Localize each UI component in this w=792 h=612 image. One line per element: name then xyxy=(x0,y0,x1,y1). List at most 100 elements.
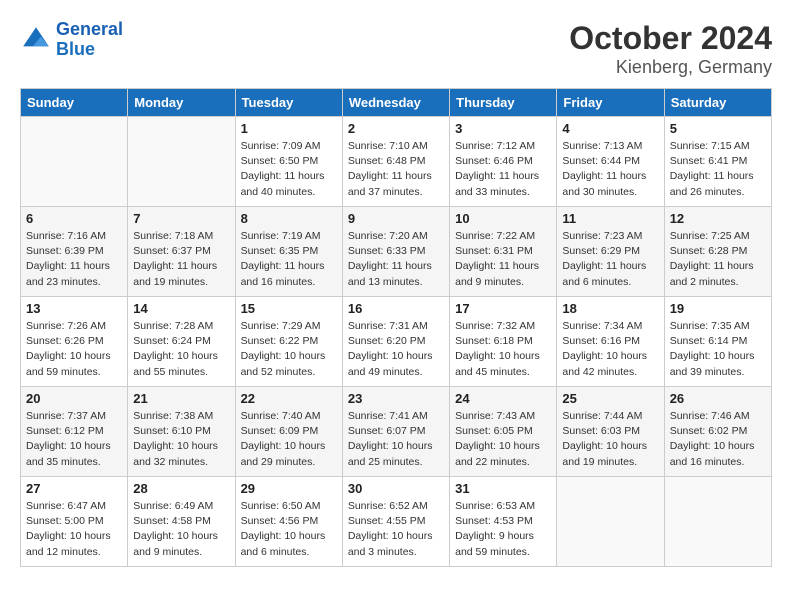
table-row xyxy=(128,117,235,207)
table-row: 28 Sunrise: 6:49 AM Sunset: 4:58 PM Dayli… xyxy=(128,477,235,567)
day-number: 26 xyxy=(670,391,766,406)
table-row: 7Sunrise: 7:18 AM Sunset: 6:37 PM Daylig… xyxy=(128,207,235,297)
table-row: 12 Sunrise: 7:25 AM Sunset: 6:28 PM Dayli… xyxy=(664,207,771,297)
table-row: 24 Sunrise: 7:43 AM Sunset: 6:05 PM Dayli… xyxy=(450,387,557,477)
header-monday: Monday xyxy=(128,89,235,117)
table-row xyxy=(21,117,128,207)
day-number: 2 xyxy=(348,121,444,136)
day-info: Sunrise: 6:52 AM Sunset: 4:55 PM Dayligh… xyxy=(348,499,444,560)
day-number: 1 xyxy=(241,121,337,136)
day-info: Sunrise: 6:50 AM Sunset: 4:56 PM Dayligh… xyxy=(241,499,337,560)
day-number: 3 xyxy=(455,121,551,136)
day-info: Sunrise: 7:13 AM Sunset: 6:44 PM Dayligh… xyxy=(562,139,658,200)
header-tuesday: Tuesday xyxy=(235,89,342,117)
logo-line2: Blue xyxy=(56,40,123,60)
day-info: Sunrise: 7:20 AM Sunset: 6:33 PM Dayligh… xyxy=(348,229,444,290)
day-info: Sunrise: 7:16 AM Sunset: 6:39 PM Dayligh… xyxy=(26,229,122,290)
logo: General Blue xyxy=(20,20,123,60)
table-row: 15 Sunrise: 7:29 AM Sunset: 6:22 PM Dayli… xyxy=(235,297,342,387)
day-number: 19 xyxy=(670,301,766,316)
table-row: 16 Sunrise: 7:31 AM Sunset: 6:20 PM Dayli… xyxy=(342,297,449,387)
day-info: Sunrise: 7:19 AM Sunset: 6:35 PM Dayligh… xyxy=(241,229,337,290)
day-info: Sunrise: 7:37 AM Sunset: 6:12 PM Dayligh… xyxy=(26,409,122,470)
day-number: 25 xyxy=(562,391,658,406)
calendar-week-row: 13Sunrise: 7:26 AM Sunset: 6:26 PM Dayli… xyxy=(21,297,772,387)
day-info: Sunrise: 7:32 AM Sunset: 6:18 PM Dayligh… xyxy=(455,319,551,380)
day-number: 5 xyxy=(670,121,766,136)
table-row: 14 Sunrise: 7:28 AM Sunset: 6:24 PM Dayli… xyxy=(128,297,235,387)
day-number: 4 xyxy=(562,121,658,136)
header-friday: Friday xyxy=(557,89,664,117)
day-number: 8 xyxy=(241,211,337,226)
day-info: Sunrise: 7:35 AM Sunset: 6:14 PM Dayligh… xyxy=(670,319,766,380)
day-info: Sunrise: 6:53 AM Sunset: 4:53 PM Dayligh… xyxy=(455,499,551,560)
table-row xyxy=(557,477,664,567)
day-number: 20 xyxy=(26,391,122,406)
day-info: Sunrise: 7:46 AM Sunset: 6:02 PM Dayligh… xyxy=(670,409,766,470)
table-row: 13Sunrise: 7:26 AM Sunset: 6:26 PM Dayli… xyxy=(21,297,128,387)
calendar-week-row: 1Sunrise: 7:09 AM Sunset: 6:50 PM Daylig… xyxy=(21,117,772,207)
calendar-subtitle: Kienberg, Germany xyxy=(569,57,772,78)
day-number: 21 xyxy=(133,391,229,406)
day-info: Sunrise: 7:15 AM Sunset: 6:41 PM Dayligh… xyxy=(670,139,766,200)
day-info: Sunrise: 7:12 AM Sunset: 6:46 PM Dayligh… xyxy=(455,139,551,200)
day-info: Sunrise: 7:10 AM Sunset: 6:48 PM Dayligh… xyxy=(348,139,444,200)
day-number: 29 xyxy=(241,481,337,496)
day-number: 14 xyxy=(133,301,229,316)
table-row: 3 Sunrise: 7:12 AM Sunset: 6:46 PM Daylig… xyxy=(450,117,557,207)
table-row: 18 Sunrise: 7:34 AM Sunset: 6:16 PM Dayli… xyxy=(557,297,664,387)
day-number: 31 xyxy=(455,481,551,496)
table-row: 25 Sunrise: 7:44 AM Sunset: 6:03 PM Dayli… xyxy=(557,387,664,477)
table-row: 19 Sunrise: 7:35 AM Sunset: 6:14 PM Dayli… xyxy=(664,297,771,387)
day-info: Sunrise: 7:44 AM Sunset: 6:03 PM Dayligh… xyxy=(562,409,658,470)
header-thursday: Thursday xyxy=(450,89,557,117)
table-row: 29 Sunrise: 6:50 AM Sunset: 4:56 PM Dayli… xyxy=(235,477,342,567)
calendar-week-row: 27 Sunrise: 6:47 AM Sunset: 5:00 PM Dayli… xyxy=(21,477,772,567)
table-row: 4 Sunrise: 7:13 AM Sunset: 6:44 PM Daylig… xyxy=(557,117,664,207)
day-number: 27 xyxy=(26,481,122,496)
day-number: 10 xyxy=(455,211,551,226)
day-info: Sunrise: 7:26 AM Sunset: 6:26 PM Dayligh… xyxy=(26,319,122,380)
calendar-week-row: 6 Sunrise: 7:16 AM Sunset: 6:39 PM Daylig… xyxy=(21,207,772,297)
table-row: 11Sunrise: 7:23 AM Sunset: 6:29 PM Dayli… xyxy=(557,207,664,297)
day-info: Sunrise: 7:41 AM Sunset: 6:07 PM Dayligh… xyxy=(348,409,444,470)
table-row: 9Sunrise: 7:20 AM Sunset: 6:33 PM Daylig… xyxy=(342,207,449,297)
day-info: Sunrise: 7:31 AM Sunset: 6:20 PM Dayligh… xyxy=(348,319,444,380)
header-sunday: Sunday xyxy=(21,89,128,117)
calendar-week-row: 20 Sunrise: 7:37 AM Sunset: 6:12 PM Dayli… xyxy=(21,387,772,477)
table-row: 8 Sunrise: 7:19 AM Sunset: 6:35 PM Daylig… xyxy=(235,207,342,297)
day-number: 24 xyxy=(455,391,551,406)
day-info: Sunrise: 7:28 AM Sunset: 6:24 PM Dayligh… xyxy=(133,319,229,380)
table-row: 23Sunrise: 7:41 AM Sunset: 6:07 PM Dayli… xyxy=(342,387,449,477)
logo-icon xyxy=(20,24,52,56)
day-number: 28 xyxy=(133,481,229,496)
day-number: 15 xyxy=(241,301,337,316)
table-row: 1Sunrise: 7:09 AM Sunset: 6:50 PM Daylig… xyxy=(235,117,342,207)
day-info: Sunrise: 7:43 AM Sunset: 6:05 PM Dayligh… xyxy=(455,409,551,470)
table-row: 21 Sunrise: 7:38 AM Sunset: 6:10 PM Dayli… xyxy=(128,387,235,477)
title-block: October 2024 Kienberg, Germany xyxy=(569,20,772,78)
day-number: 16 xyxy=(348,301,444,316)
logo-line1: General xyxy=(56,19,123,39)
calendar-header-row: Sunday Monday Tuesday Wednesday Thursday… xyxy=(21,89,772,117)
day-number: 7 xyxy=(133,211,229,226)
table-row: 22Sunrise: 7:40 AM Sunset: 6:09 PM Dayli… xyxy=(235,387,342,477)
table-row: 6 Sunrise: 7:16 AM Sunset: 6:39 PM Daylig… xyxy=(21,207,128,297)
day-number: 22 xyxy=(241,391,337,406)
day-info: Sunrise: 7:29 AM Sunset: 6:22 PM Dayligh… xyxy=(241,319,337,380)
day-number: 18 xyxy=(562,301,658,316)
day-number: 12 xyxy=(670,211,766,226)
day-info: Sunrise: 7:23 AM Sunset: 6:29 PM Dayligh… xyxy=(562,229,658,290)
day-info: Sunrise: 7:22 AM Sunset: 6:31 PM Dayligh… xyxy=(455,229,551,290)
day-number: 6 xyxy=(26,211,122,226)
table-row: 30Sunrise: 6:52 AM Sunset: 4:55 PM Dayli… xyxy=(342,477,449,567)
day-info: Sunrise: 7:34 AM Sunset: 6:16 PM Dayligh… xyxy=(562,319,658,380)
day-info: Sunrise: 7:38 AM Sunset: 6:10 PM Dayligh… xyxy=(133,409,229,470)
day-info: Sunrise: 6:47 AM Sunset: 5:00 PM Dayligh… xyxy=(26,499,122,560)
logo-text: General Blue xyxy=(56,20,123,60)
day-info: Sunrise: 6:49 AM Sunset: 4:58 PM Dayligh… xyxy=(133,499,229,560)
day-info: Sunrise: 7:25 AM Sunset: 6:28 PM Dayligh… xyxy=(670,229,766,290)
table-row: 27 Sunrise: 6:47 AM Sunset: 5:00 PM Dayli… xyxy=(21,477,128,567)
header-wednesday: Wednesday xyxy=(342,89,449,117)
table-row xyxy=(664,477,771,567)
